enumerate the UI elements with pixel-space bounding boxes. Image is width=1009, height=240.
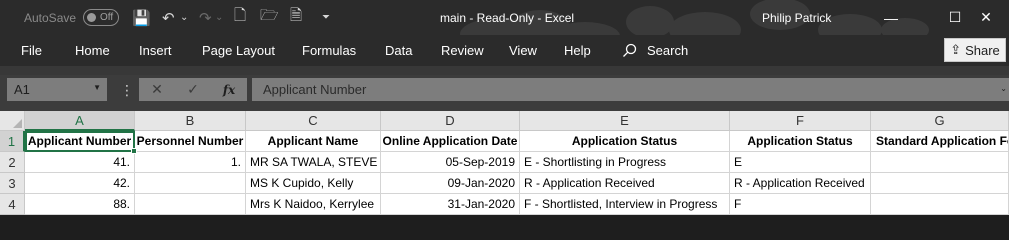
cell-b4[interactable] [135, 194, 246, 215]
formula-input[interactable]: Applicant Number ⌄ [252, 78, 1009, 101]
cell-e1[interactable]: Application Status [520, 131, 730, 152]
ribbon-collapsed-strip [0, 66, 1009, 75]
share-icon: ⇪ [950, 42, 962, 57]
cell-f2[interactable]: E [730, 152, 871, 173]
cell-f4[interactable]: F [730, 194, 871, 215]
cell-d4[interactable]: 31-Jan-2020 [381, 194, 520, 215]
ribbon-tabs: File Home Insert Page Layout Formulas Da… [0, 35, 1009, 66]
autosave-state: Off [100, 12, 114, 23]
tab-page-layout[interactable]: Page Layout [202, 35, 275, 66]
cell-e4[interactable]: F - Shortlisted, Interview in Progress [520, 194, 730, 215]
select-all-corner[interactable] [0, 111, 25, 131]
customize-toolbar-icon[interactable]: ⏷ [322, 0, 330, 35]
cell-c3[interactable]: MS K Cupido, Kelly [246, 173, 381, 194]
cell-b1[interactable]: Personnel Number [135, 131, 246, 152]
tab-file[interactable]: File [21, 35, 42, 66]
formula-bar: A1 ▼ ⋮ ✕ ✓ fx Applicant Number ⌄ [0, 75, 1009, 105]
column-header-e[interactable]: E [520, 111, 730, 131]
cell-c2[interactable]: MR SA TWALA, STEVE [246, 152, 381, 173]
search-icon [623, 43, 637, 57]
chevron-down-icon[interactable]: ▼ [93, 83, 101, 92]
cell-g1[interactable]: Standard Application Fo [871, 131, 1009, 152]
title-bar: AutoSave Off 💾 ↶ ⌄ ↷ ⌄ 🗋 🗁 🗎 ⏷ main - Re… [0, 0, 1009, 35]
select-all-icon [13, 119, 22, 128]
user-name[interactable]: Philip Patrick [762, 0, 831, 35]
cell-d3[interactable]: 09-Jan-2020 [381, 173, 520, 194]
cell-f1[interactable]: Application Status [730, 131, 871, 152]
formula-buttons: ✕ ✓ fx [139, 78, 247, 101]
search-box[interactable]: Search [622, 35, 688, 66]
cell-a2[interactable]: 41. [25, 152, 135, 173]
cell-e3[interactable]: R - Application Received [520, 173, 730, 194]
share-label: Share [965, 42, 1000, 58]
formula-content: Applicant Number [263, 82, 367, 97]
share-button[interactable]: ⇪ Share [944, 38, 1006, 62]
undo-dropdown-icon[interactable]: ⌄ [180, 0, 188, 35]
column-header-a[interactable]: A [25, 111, 135, 131]
row-header-3[interactable]: 3 [0, 173, 25, 194]
more-options-icon[interactable]: ⋮ [120, 82, 134, 99]
cell-b3[interactable] [135, 173, 246, 194]
column-header-b[interactable]: B [135, 111, 246, 131]
row-header-4[interactable]: 4 [0, 194, 25, 215]
cell-b2[interactable]: 1. [135, 152, 246, 173]
name-box[interactable]: A1 ▼ [7, 78, 107, 101]
row-header-1[interactable]: 1 [0, 131, 25, 152]
tab-home[interactable]: Home [75, 35, 110, 66]
tab-help[interactable]: Help [564, 35, 591, 66]
search-label: Search [647, 43, 689, 58]
cell-e2[interactable]: E - Shortlisting in Progress [520, 152, 730, 173]
tab-formulas[interactable]: Formulas [302, 35, 356, 66]
minimize-icon[interactable]: — [868, 0, 914, 35]
cell-f3[interactable]: R - Application Received [730, 173, 871, 194]
column-header-f[interactable]: F [730, 111, 871, 131]
cell-c4[interactable]: Mrs K Naidoo, Kerrylee [246, 194, 381, 215]
column-header-g[interactable]: G [871, 111, 1009, 131]
open-folder-icon[interactable]: 🗁 [260, 0, 279, 35]
autosave-label: AutoSave [24, 10, 77, 25]
tab-data[interactable]: Data [385, 35, 412, 66]
toggle-knob [87, 13, 96, 22]
redo-icon[interactable]: ↷ [199, 0, 212, 35]
redo-dropdown-icon[interactable]: ⌄ [215, 0, 223, 35]
fill-handle[interactable] [131, 148, 137, 154]
autosave-toggle[interactable]: Off [83, 9, 119, 26]
column-header-c[interactable]: C [246, 111, 381, 131]
insert-function-icon[interactable]: fx [211, 83, 247, 97]
tab-view[interactable]: View [509, 35, 537, 66]
window-title: main - Read-Only - Excel [440, 10, 575, 25]
active-cell-border [25, 131, 135, 152]
save-icon[interactable]: 💾 [132, 0, 151, 35]
expand-formula-bar-icon[interactable]: ⌄ [1000, 84, 1007, 93]
worksheet-grid[interactable]: A B C D E F G 1 2 3 4 Applicant Number P… [0, 111, 1009, 215]
undo-icon[interactable]: ↶ [162, 0, 175, 35]
cell-a3[interactable]: 42. [25, 173, 135, 194]
cell-d2[interactable]: 05-Sep-2019 [381, 152, 520, 173]
cell-c1[interactable]: Applicant Name [246, 131, 381, 152]
cell-d1[interactable]: Online Application Date [381, 131, 520, 152]
new-file-icon[interactable]: 🗋 [234, 0, 246, 35]
tab-insert[interactable]: Insert [139, 35, 172, 66]
close-icon[interactable]: ✕ [963, 0, 1009, 35]
name-box-value: A1 [14, 82, 30, 97]
cell-g4[interactable] [871, 194, 1009, 215]
print-preview-icon[interactable]: 🗎 [290, 0, 302, 35]
cell-g2[interactable] [871, 152, 1009, 173]
cell-g3[interactable] [871, 173, 1009, 194]
column-header-d[interactable]: D [381, 111, 520, 131]
cancel-icon[interactable]: ✕ [139, 81, 175, 98]
cell-a4[interactable]: 88. [25, 194, 135, 215]
row-header-2[interactable]: 2 [0, 152, 25, 173]
enter-icon[interactable]: ✓ [175, 81, 211, 98]
tab-review[interactable]: Review [441, 35, 484, 66]
